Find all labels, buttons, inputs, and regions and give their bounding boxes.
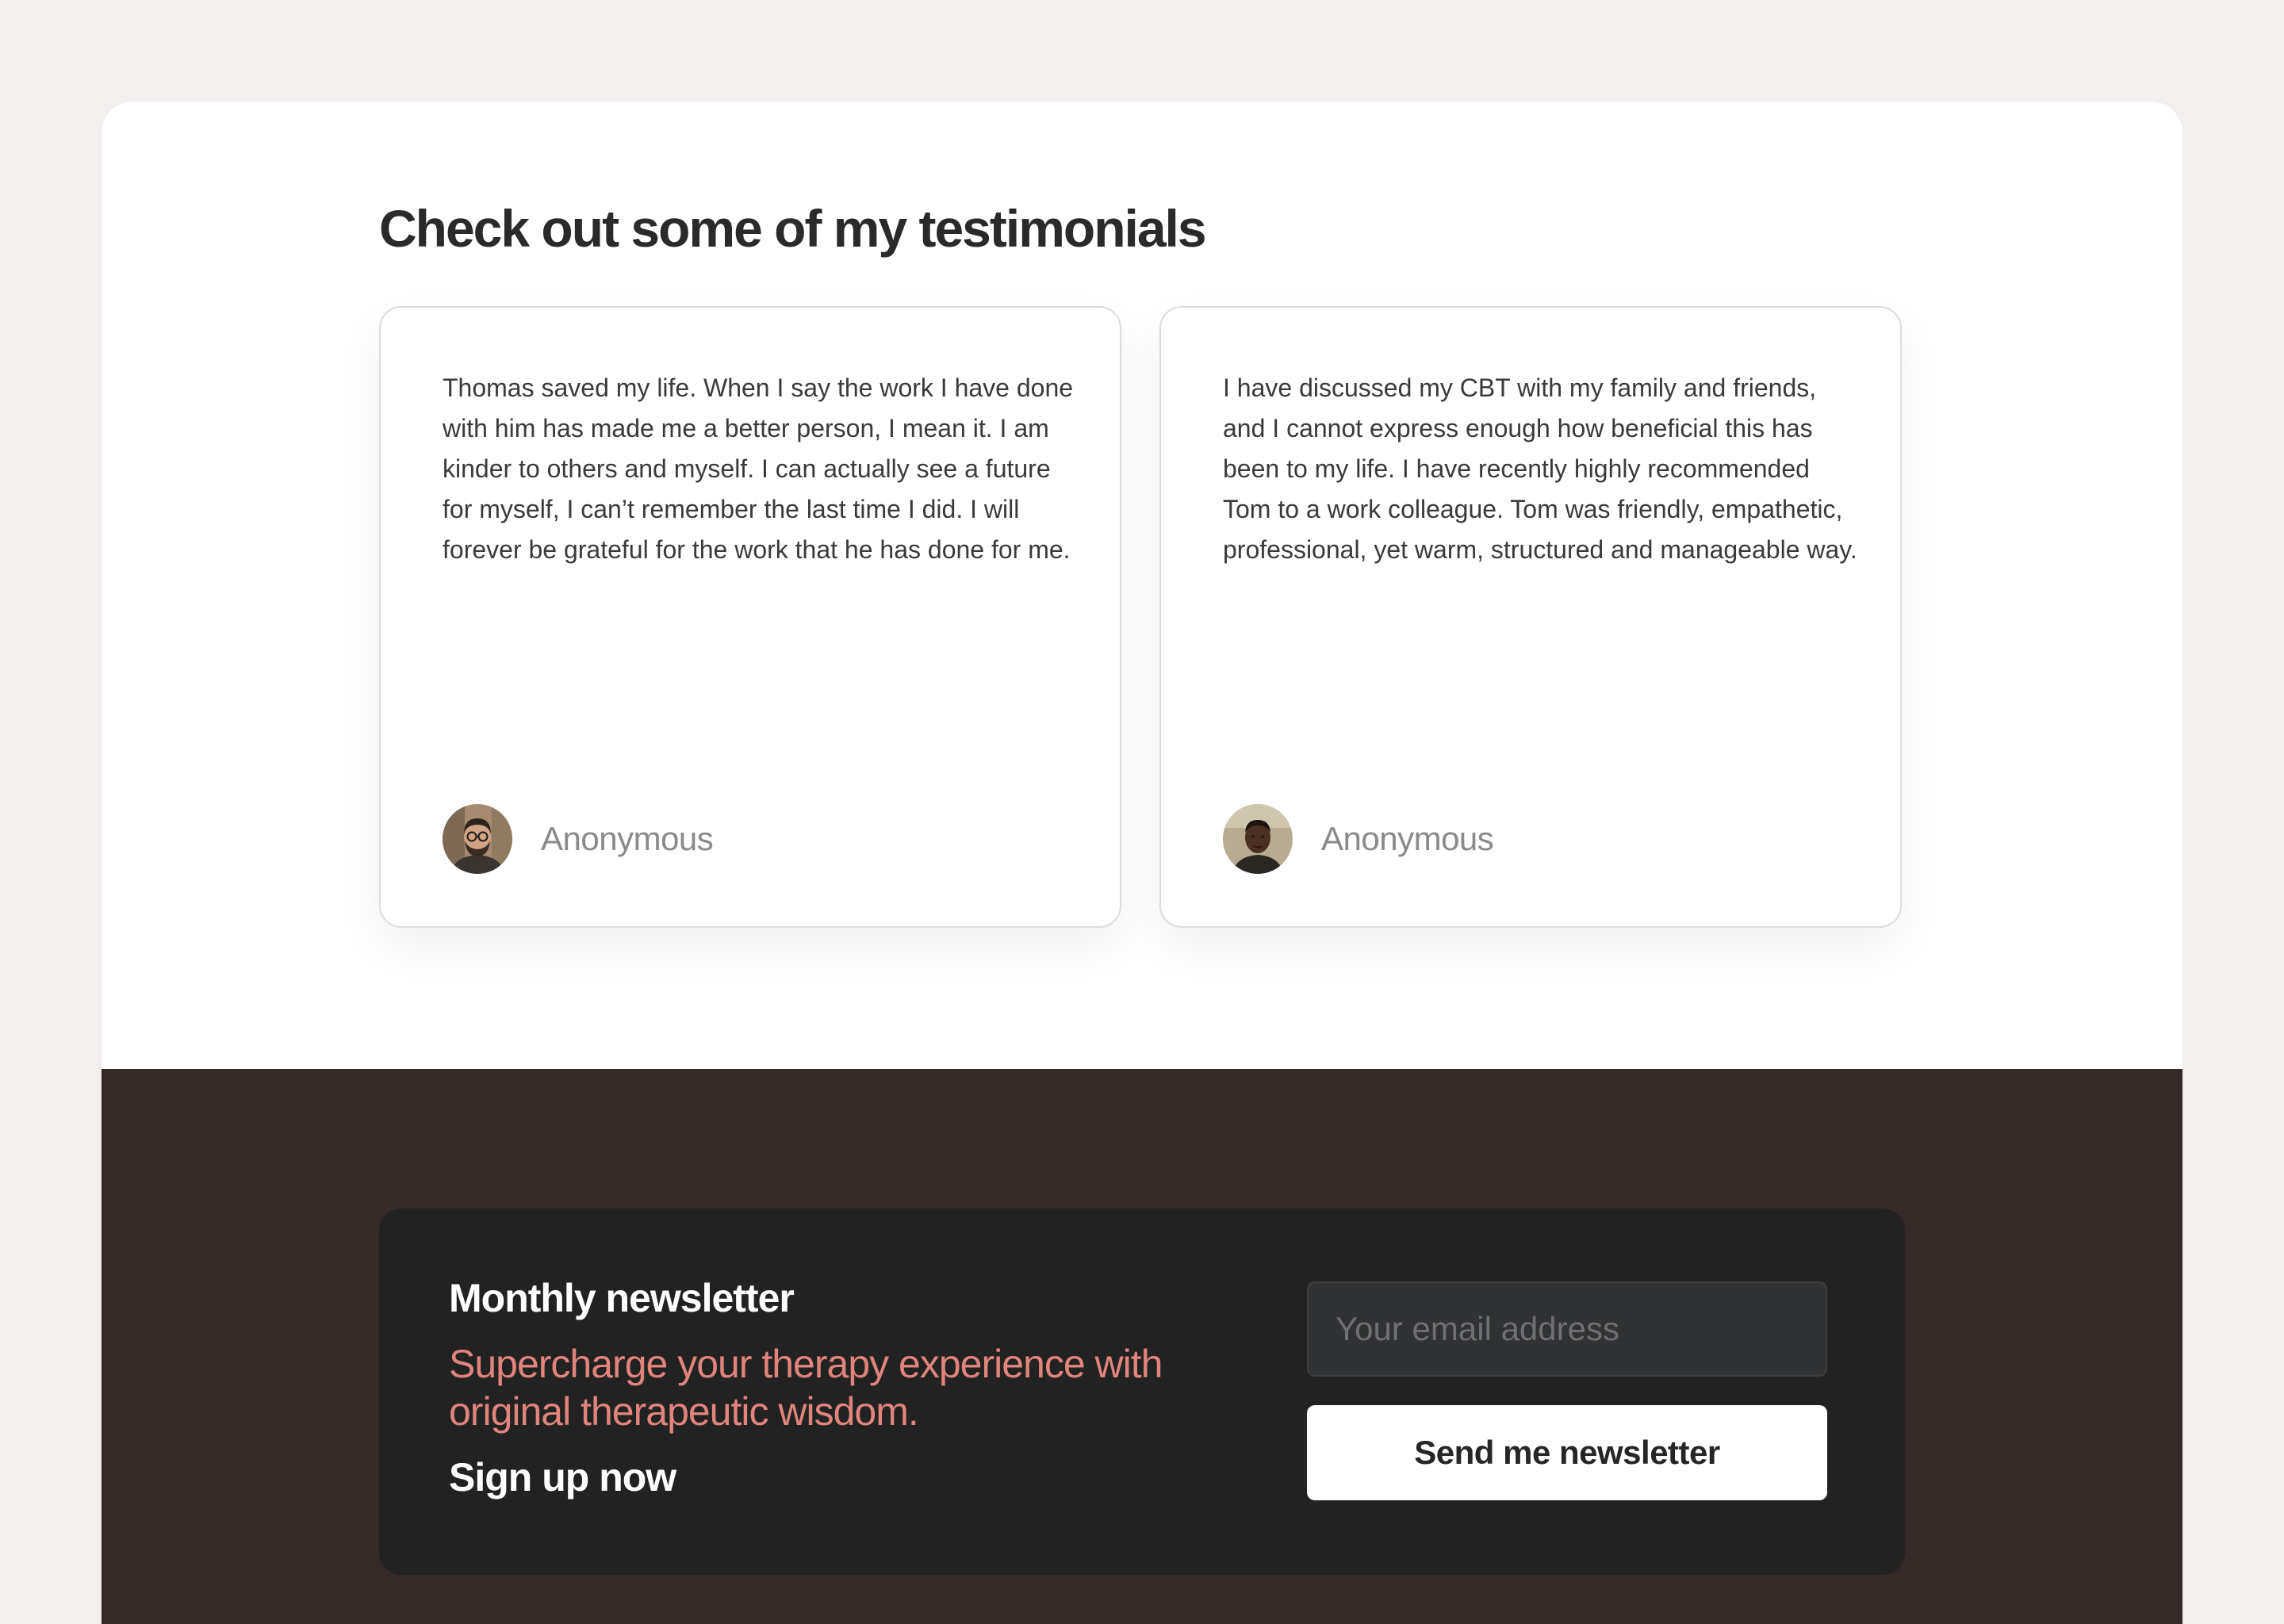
person-avatar-icon: [1223, 804, 1293, 874]
page-sheet: Check out some of my testimonials Thomas…: [102, 102, 2182, 1624]
send-newsletter-button[interactable]: Send me newsletter: [1307, 1405, 1827, 1500]
testimonials-section: Check out some of my testimonials Thomas…: [102, 102, 2182, 1069]
avatar: [443, 804, 512, 874]
testimonials-title: Check out some of my testimonials: [379, 199, 1207, 258]
testimonial-author: Anonymous: [1223, 804, 1494, 874]
testimonial-quote: I have discussed my CBT with my family a…: [1223, 373, 1857, 564]
newsletter-panel: Monthly newsletter Supercharge your ther…: [379, 1208, 1905, 1575]
newsletter-cta: Sign up now: [449, 1455, 676, 1500]
person-avatar-glasses-beard-icon: [443, 804, 512, 874]
newsletter-subtitle: Supercharge your therapy experience with…: [449, 1342, 1163, 1434]
testimonial-card: I have discussed my CBT with my family a…: [1159, 306, 1902, 928]
testimonial-quote: Thomas saved my life. When I say the wor…: [443, 373, 1074, 564]
newsletter-title: Monthly newsletter: [449, 1276, 795, 1320]
author-name: Anonymous: [541, 820, 714, 857]
footer: Monthly newsletter Supercharge your ther…: [102, 1069, 2182, 1624]
testimonial-author: Anonymous: [443, 804, 714, 874]
author-name: Anonymous: [1321, 820, 1494, 857]
email-input[interactable]: [1307, 1281, 1827, 1377]
testimonial-card: Thomas saved my life. When I say the wor…: [379, 306, 1121, 928]
avatar: [1223, 804, 1293, 874]
